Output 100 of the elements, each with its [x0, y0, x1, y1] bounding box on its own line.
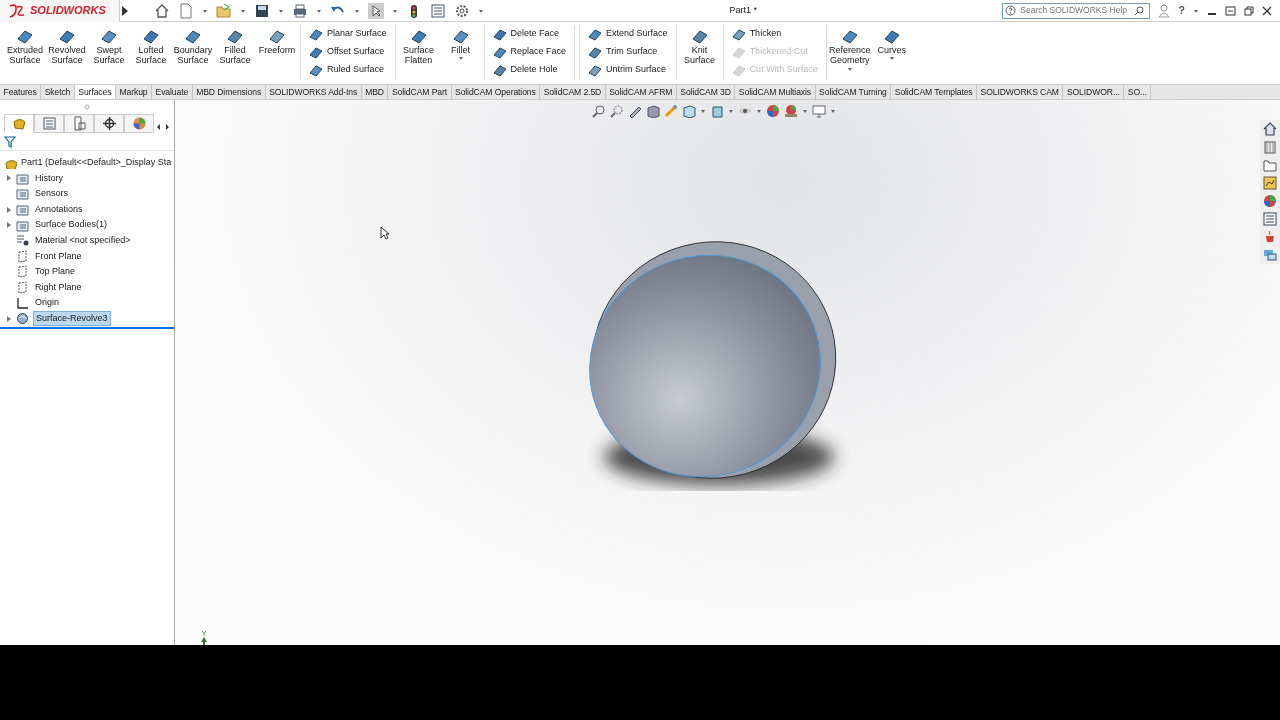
- color-sphere-icon[interactable]: [766, 104, 780, 118]
- zoom-icon[interactable]: [610, 104, 624, 118]
- print-icon[interactable]: [292, 2, 308, 19]
- ribbon-button[interactable]: Untrim Surface: [586, 61, 670, 79]
- cursor-icon: [380, 226, 390, 240]
- cube-icon[interactable]: [710, 104, 724, 118]
- ribbon-button[interactable]: Lofted Surface: [130, 25, 172, 68]
- zoom-icon[interactable]: [592, 104, 606, 118]
- caret-icon[interactable]: [700, 108, 706, 114]
- caret-icon[interactable]: [202, 7, 208, 14]
- caret-icon[interactable]: [478, 7, 484, 14]
- tree-item[interactable]: Material <not specified>: [33, 234, 133, 248]
- tree-item: Part1 (Default<<Default>_Display Sta: [21, 156, 172, 170]
- pencil-icon[interactable]: [628, 104, 642, 118]
- scene-icon[interactable]: [784, 104, 798, 118]
- save-icon[interactable]: [254, 2, 270, 19]
- ribbon-button[interactable]: Offset Surface: [307, 43, 389, 61]
- surface-tool-icon: [588, 27, 603, 41]
- brand-name: SOLIDWORKS: [30, 3, 106, 19]
- folder-icon: [16, 171, 29, 185]
- ribbon-button[interactable]: Thicken: [729, 25, 820, 43]
- surface-tool-icon: [309, 45, 323, 59]
- cube-icon[interactable]: [682, 104, 696, 118]
- expander-icon[interactable]: [6, 221, 12, 230]
- section-cube-icon[interactable]: [646, 104, 660, 118]
- caret-icon[interactable]: [802, 108, 808, 114]
- folder-icon: [16, 218, 29, 232]
- chat-icon[interactable]: [1263, 248, 1277, 262]
- search-field[interactable]: Search SOLIDWORKS Help: [1002, 2, 1151, 19]
- command-tab[interactable]: Surfaces: [74, 85, 116, 99]
- ribbon-button[interactable]: Reference Geometry: [828, 25, 871, 74]
- caret-icon[interactable]: [756, 108, 762, 114]
- open-folder-icon[interactable]: [1263, 158, 1277, 172]
- expander-icon[interactable]: [6, 174, 12, 183]
- search-icon: [1134, 5, 1145, 16]
- ribbon-button[interactable]: Knit Surface: [678, 25, 721, 68]
- ribbon-button[interactable]: Ruled Surface: [307, 61, 389, 79]
- ribbon-button[interactable]: Fillet: [439, 25, 482, 64]
- expand-arrow-icon[interactable]: [120, 4, 130, 17]
- caret-icon[interactable]: [240, 7, 246, 14]
- list-icon[interactable]: [1263, 212, 1277, 226]
- plane-icon: [16, 265, 29, 279]
- origin-icon: [16, 296, 29, 310]
- grip-icon[interactable]: [84, 104, 90, 110]
- open-folder-icon[interactable]: [216, 2, 232, 19]
- caret-icon[interactable]: [392, 7, 398, 14]
- tree-item[interactable]: Annotations: [33, 202, 85, 217]
- revolve-surface-icon: [16, 312, 29, 326]
- surface-tool-icon: [492, 27, 507, 41]
- tree-item[interactable]: Sensors: [33, 187, 71, 201]
- tree-item[interactable]: Right Plane: [33, 280, 84, 295]
- caret-icon[interactable]: [278, 7, 284, 14]
- appearance-sphere-icon: [131, 116, 147, 131]
- material-icon: [16, 234, 29, 248]
- cup-icon[interactable]: [1263, 230, 1277, 244]
- expander-icon[interactable]: [6, 314, 12, 323]
- ribbon-button[interactable]: Surface Flatten: [397, 25, 440, 68]
- chart-panel-icon[interactable]: [1263, 176, 1277, 190]
- surface-tool-icon: [588, 63, 603, 77]
- panel-tab[interactable]: [94, 114, 124, 133]
- close-icon[interactable]: [1262, 5, 1272, 16]
- tree-item[interactable]: History: [33, 171, 65, 186]
- ribbon-button[interactable]: Replace Face: [490, 43, 569, 61]
- ribbon-button[interactable]: Curves: [870, 25, 913, 64]
- caret-icon[interactable]: [830, 108, 836, 114]
- settings-icon[interactable]: [454, 2, 470, 19]
- caret-icon[interactable]: [316, 7, 322, 14]
- ribbon-button[interactable]: Planar Surface: [307, 25, 389, 43]
- ribbon-button[interactable]: Swept Surface: [88, 25, 130, 68]
- caret-icon[interactable]: [728, 108, 734, 114]
- tile-icon[interactable]: [1225, 5, 1236, 16]
- caret-icon[interactable]: [1193, 7, 1199, 14]
- ribbon-button[interactable]: Filled Surface: [214, 25, 256, 68]
- ribbon-button[interactable]: Boundary Surface: [172, 25, 214, 68]
- home-icon[interactable]: [1263, 122, 1277, 136]
- home-icon[interactable]: [154, 2, 170, 19]
- ribbon-button[interactable]: Freeform: [256, 25, 298, 58]
- ribbon-button[interactable]: Delete Face: [490, 25, 569, 43]
- color-sphere-icon[interactable]: [1263, 194, 1277, 208]
- property-list-icon: [41, 116, 57, 131]
- ribbon-button[interactable]: Trim Surface: [586, 43, 670, 61]
- filter-icon[interactable]: [4, 135, 16, 148]
- restore-icon[interactable]: [1244, 5, 1254, 16]
- surface-tool-icon: [309, 27, 323, 41]
- ribbon-button[interactable]: Extruded Surface: [4, 25, 46, 68]
- help-button[interactable]: ?: [1178, 2, 1185, 19]
- ribbon-button[interactable]: Extend Surface: [586, 25, 670, 43]
- tree-item[interactable]: Front Plane: [33, 249, 84, 264]
- select-pointer-icon[interactable]: [368, 2, 384, 19]
- user-icon[interactable]: [1158, 3, 1171, 18]
- monitor-icon[interactable]: [812, 104, 826, 118]
- caret-icon[interactable]: [354, 7, 360, 14]
- tree-item[interactable]: Surface-Revolve3: [33, 311, 111, 327]
- folder-icon: [16, 203, 29, 217]
- tree-item[interactable]: Surface Bodies(1): [33, 218, 110, 232]
- ribbon-button[interactable]: Delete Hole: [490, 61, 569, 79]
- tree-item[interactable]: Origin: [33, 296, 61, 310]
- expander-icon[interactable]: [6, 205, 12, 214]
- tree-item[interactable]: Top Plane: [33, 265, 78, 279]
- ribbon-button[interactable]: Revolved Surface: [46, 25, 88, 68]
